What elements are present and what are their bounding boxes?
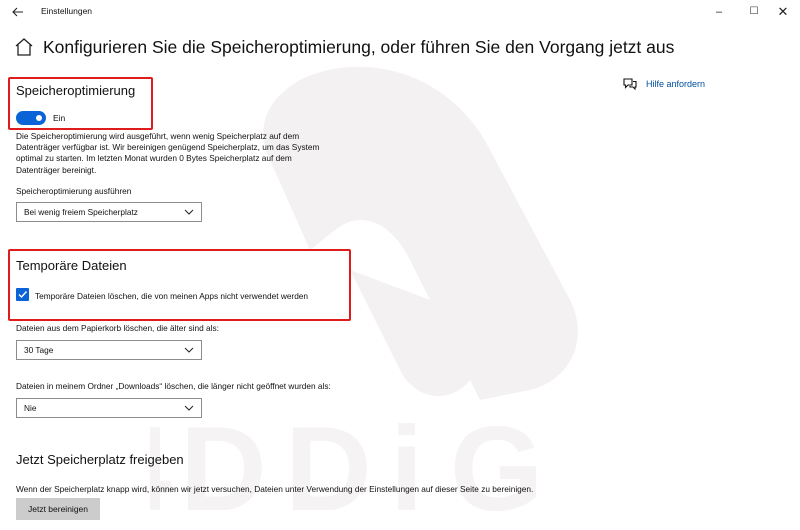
watermark-letter-d1: D: [180, 402, 267, 530]
free-space-description: Wenn der Speicherplatz knapp wird, könne…: [16, 484, 534, 494]
title-bar: Einstellungen – ☐ ✕: [0, 0, 800, 24]
arrow-left-icon: [12, 7, 23, 17]
downloads-label: Dateien in meinem Ordner „Downloads“ lös…: [16, 381, 331, 391]
close-button[interactable]: ✕: [760, 0, 800, 24]
watermark-letter-g: G: [450, 402, 543, 530]
back-button[interactable]: [8, 2, 28, 22]
downloads-value: Nie: [24, 403, 37, 413]
storage-sense-description: Die Speicheroptimierung wird ausgeführt,…: [16, 131, 320, 175]
watermark-letter-i: i: [390, 402, 423, 530]
chevron-down-icon: [184, 347, 194, 353]
chat-help-icon: [623, 78, 637, 90]
home-icon: [15, 38, 33, 56]
run-frequency-value: Bei wenig freiem Speicherplatz: [24, 207, 138, 217]
help-label: Hilfe anfordern: [646, 78, 706, 89]
run-frequency-label: Speicheroptimierung ausführen: [16, 186, 132, 196]
storage-sense-heading: Speicheroptimierung: [16, 83, 136, 98]
run-frequency-dropdown[interactable]: Bei wenig freiem Speicherplatz: [16, 202, 202, 222]
toggle-knob: [36, 115, 42, 121]
free-space-heading: Jetzt Speicherplatz freigeben: [16, 452, 184, 467]
checkmark-icon: [18, 291, 28, 299]
window-title: Einstellungen: [41, 6, 93, 16]
help-link[interactable]: Hilfe anfordern: [623, 77, 705, 90]
recycle-bin-dropdown[interactable]: 30 Tage: [16, 340, 202, 360]
recycle-bin-value: 30 Tage: [24, 345, 54, 355]
toggle-state-label: Ein: [53, 113, 66, 123]
page-title: Konfigurieren Sie die Speicheroptimierun…: [43, 37, 675, 57]
temp-files-heading: Temporäre Dateien: [16, 258, 127, 273]
chevron-down-icon: [184, 209, 194, 215]
delete-temp-files-label: Temporäre Dateien löschen, die von meine…: [35, 291, 309, 301]
clean-now-button[interactable]: Jetzt bereinigen: [16, 498, 100, 520]
delete-temp-files-checkbox[interactable]: [16, 288, 29, 301]
recycle-bin-label: Dateien aus dem Papierkorb löschen, die …: [16, 323, 219, 333]
chevron-down-icon: [184, 405, 194, 411]
downloads-dropdown[interactable]: Nie: [16, 398, 202, 418]
storage-sense-toggle[interactable]: [16, 111, 46, 125]
watermark-letter-d2: D: [285, 402, 372, 530]
